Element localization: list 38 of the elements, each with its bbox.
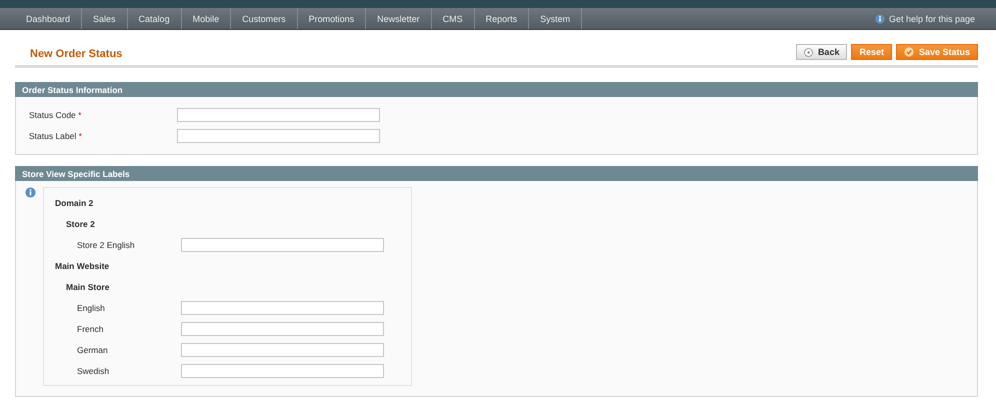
help-icon — [874, 14, 885, 24]
nav-tab[interactable]: Mobile — [182, 8, 232, 29]
nav-tab[interactable]: Promotions — [298, 8, 366, 29]
page-title: New Order Status — [30, 48, 122, 60]
field-label: English — [76, 302, 106, 312]
nav-tab[interactable]: Reports — [474, 8, 530, 29]
input-field[interactable] — [181, 238, 384, 252]
store-group-label: Main Website — [55, 260, 110, 272]
reset-button[interactable]: Reset — [851, 44, 892, 60]
back-button[interactable]: Back — [796, 44, 848, 60]
field-label: Store 2 English — [76, 240, 136, 250]
nav-tab[interactable]: System — [529, 8, 582, 29]
nav-tab[interactable]: CMS — [432, 8, 475, 29]
input-field[interactable] — [181, 364, 384, 378]
field-label: German — [76, 344, 109, 354]
help-link[interactable]: Get help for this page — [874, 8, 975, 29]
field-label: Status Code * — [29, 110, 82, 120]
section-header: Order Status Information — [15, 82, 978, 97]
field-label: Status Label * — [29, 130, 83, 140]
nav-tab[interactable]: Newsletter — [366, 8, 432, 29]
nav-tab[interactable]: Sales — [82, 8, 128, 29]
field-label: Swedish — [76, 366, 110, 376]
field-label: French — [76, 324, 104, 334]
input-field[interactable] — [181, 300, 384, 314]
nav-tab[interactable]: Catalog — [128, 8, 182, 29]
section-header: Store View Specific Labels — [15, 166, 978, 181]
save-button[interactable]: Save Status — [896, 44, 978, 60]
info-icon — [25, 187, 36, 198]
store-group-label: Domain 2 — [55, 196, 94, 210]
nav-tab[interactable]: Dashboard — [15, 8, 82, 29]
store-group-label: Store 2 — [65, 218, 96, 230]
input-field[interactable] — [177, 128, 380, 142]
input-field[interactable] — [181, 322, 384, 336]
input-field[interactable] — [177, 108, 380, 122]
store-group-label: Main Store — [65, 280, 110, 294]
checkmark-icon — [904, 47, 914, 57]
input-field[interactable] — [181, 342, 384, 356]
nav-tab[interactable]: Customers — [231, 8, 298, 29]
